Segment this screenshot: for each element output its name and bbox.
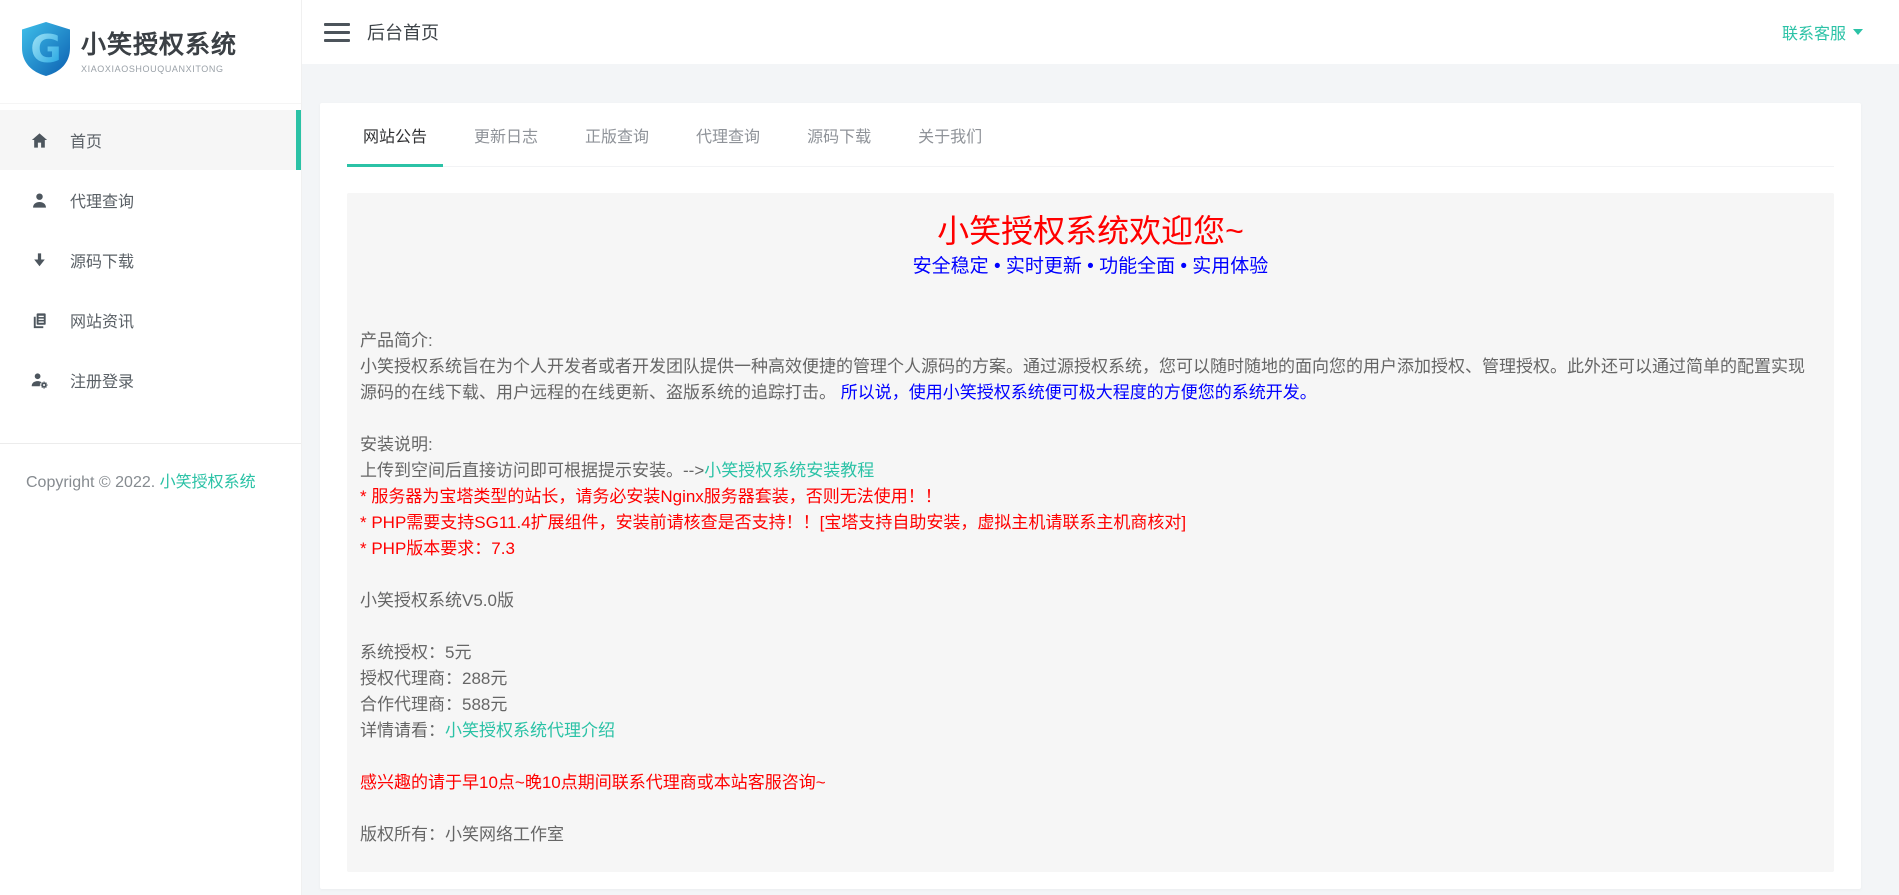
tab-bar: 网站公告 更新日志 正版查询 代理查询 源码下载 关于我们 [347, 103, 1834, 167]
brand-shield-logo-icon: G [20, 21, 72, 82]
tab-agent-query[interactable]: 代理查询 [680, 103, 776, 166]
announcement-text: 授权代理商：288元 [360, 669, 507, 688]
news-icon [30, 311, 49, 330]
copyright-brand-link[interactable]: 小笑授权系统 [160, 474, 256, 491]
announcement-text: 版权所有：小笑网络工作室 [360, 825, 564, 844]
announcement-panel: 小笑授权系统欢迎您~ 安全稳定 • 实时更新 • 功能全面 • 实用体验 产品简… [347, 193, 1834, 872]
sidebar-item-label: 注册登录 [70, 368, 134, 392]
main-column: 后台首页 联系客服 网站公告 更新日志 正版查询 代理查询 源码下载 关于我们 … [302, 0, 1899, 895]
announcement-text: 详情请看： [360, 721, 445, 740]
sidebar-item-register-login[interactable]: 注册登录 [0, 350, 301, 410]
announcement-line [360, 406, 1821, 432]
announcement-text: * PHP需要支持SG11.4扩展组件，安装前请核查是否支持！！[宝塔支持自助安… [360, 513, 1186, 532]
sidebar-item-label: 网站资讯 [70, 308, 134, 332]
sidebar: G 小笑授权系统 XIAOXIAOSHOUQUANXITONG 首页 代理查询 [0, 0, 302, 895]
chevron-down-icon [1853, 29, 1863, 35]
sidebar-item-label: 代理查询 [70, 188, 134, 212]
announcement-line: 小笑授权系统旨在为个人开发者或者开发团队提供一种高效便捷的管理个人源码的方案。通… [360, 354, 1821, 406]
brand-subtitle: XIAOXIAOSHOUQUANXITONG [81, 64, 237, 74]
brand-text: 小笑授权系统 XIAOXIAOSHOUQUANXITONG [81, 30, 237, 74]
announcement-line: 详情请看：小笑授权系统代理介绍 [360, 718, 1821, 744]
tab-changelog[interactable]: 更新日志 [458, 103, 554, 166]
sidebar-item-site-news[interactable]: 网站资讯 [0, 290, 301, 350]
brand-title: 小笑授权系统 [81, 30, 237, 60]
announcement-body: 产品简介: 小笑授权系统旨在为个人开发者或者开发团队提供一种高效便捷的管理个人源码… [360, 328, 1821, 848]
announcement-line: 上传到空间后直接访问即可根据提示安装。-->小笑授权系统安装教程 [360, 458, 1821, 484]
copyright-text: Copyright © 2022. [26, 474, 160, 491]
copyright: Copyright © 2022. 小笑授权系统 [0, 444, 256, 495]
announcement-text: * PHP版本要求：7.3 [360, 539, 515, 558]
announcement-subtitle: 安全稳定 • 实时更新 • 功能全面 • 实用体验 [360, 254, 1821, 280]
announcement-line: 授权代理商：288元 [360, 666, 1821, 692]
tab-source-download[interactable]: 源码下载 [791, 103, 887, 166]
announcement-link[interactable]: 小笑授权系统代理介绍 [445, 721, 615, 740]
app-root: G 小笑授权系统 XIAOXIAOSHOUQUANXITONG 首页 代理查询 [0, 0, 1899, 895]
announcement-line: 合作代理商：588元 [360, 692, 1821, 718]
user-gear-icon [30, 371, 49, 390]
sidebar-menu: 首页 代理查询 源码下载 [0, 110, 301, 410]
announcement-line: 小笑授权系统V5.0版 [360, 588, 1821, 614]
announcement-text: 安装说明: [360, 435, 433, 454]
content-area: 网站公告 更新日志 正版查询 代理查询 源码下载 关于我们 小笑授权系统欢迎您~… [302, 64, 1899, 895]
announcement-text: * 服务器为宝塔类型的站长，请务必安装Nginx服务器套装，否则无法使用！！ [360, 487, 942, 506]
announcement-line: * PHP版本要求：7.3 [360, 536, 1821, 562]
svg-text:G: G [30, 27, 61, 71]
topbar: 后台首页 联系客服 [302, 0, 1899, 64]
announcement-text: 合作代理商：588元 [360, 695, 507, 714]
contact-support-dropdown[interactable]: 联系客服 [1782, 20, 1863, 44]
announcement-text: 感兴趣的请于早10点~晚10点期间联系代理商或本站客服咨询~ [360, 773, 826, 792]
announcement-line [360, 744, 1821, 770]
announcement-line [360, 614, 1821, 640]
announcement-link[interactable]: 小笑授权系统安装教程 [704, 461, 874, 480]
announcement-text: 系统授权：5元 [360, 643, 471, 662]
announcement-line: 感兴趣的请于早10点~晚10点期间联系代理商或本站客服咨询~ [360, 770, 1821, 796]
sidebar-item-source-download[interactable]: 源码下载 [0, 230, 301, 290]
announcement-line: 版权所有：小笑网络工作室 [360, 822, 1821, 848]
announcement-line: 产品简介: [360, 328, 1821, 354]
sidebar-item-label: 首页 [70, 128, 102, 152]
sidebar-item-label: 源码下载 [70, 248, 134, 272]
announcement-text: 上传到空间后直接访问即可根据提示安装。--> [360, 461, 704, 480]
download-icon [30, 251, 49, 270]
brand: G 小笑授权系统 XIAOXIAOSHOUQUANXITONG [0, 0, 301, 104]
contact-support-label: 联系客服 [1782, 20, 1846, 44]
sidebar-item-agent-query[interactable]: 代理查询 [0, 170, 301, 230]
announcement-line: * 服务器为宝塔类型的站长，请务必安装Nginx服务器套装，否则无法使用！！ [360, 484, 1821, 510]
tab-about-us[interactable]: 关于我们 [902, 103, 998, 166]
hamburger-menu-icon[interactable] [322, 19, 352, 46]
sidebar-item-home[interactable]: 首页 [0, 110, 301, 170]
home-icon [30, 131, 49, 150]
page-title: 后台首页 [367, 19, 439, 45]
announcement-text: 产品简介: [360, 331, 433, 350]
announcement-text: 所以说，使用小笑授权系统便可极大程度的方便您的系统开发。 [836, 383, 1317, 402]
announcement-line: 安装说明: [360, 432, 1821, 458]
announcement-line [360, 562, 1821, 588]
announcement-title: 小笑授权系统欢迎您~ [360, 212, 1821, 250]
user-icon [30, 191, 49, 210]
announcement-text: 小笑授权系统V5.0版 [360, 591, 514, 610]
announcement-line [360, 796, 1821, 822]
announcement-line: 系统授权：5元 [360, 640, 1821, 666]
tab-site-announcement[interactable]: 网站公告 [347, 103, 443, 166]
content-card: 网站公告 更新日志 正版查询 代理查询 源码下载 关于我们 小笑授权系统欢迎您~… [320, 103, 1861, 889]
tab-genuine-query[interactable]: 正版查询 [569, 103, 665, 166]
announcement-line: * PHP需要支持SG11.4扩展组件，安装前请核查是否支持！！[宝塔支持自助安… [360, 510, 1821, 536]
